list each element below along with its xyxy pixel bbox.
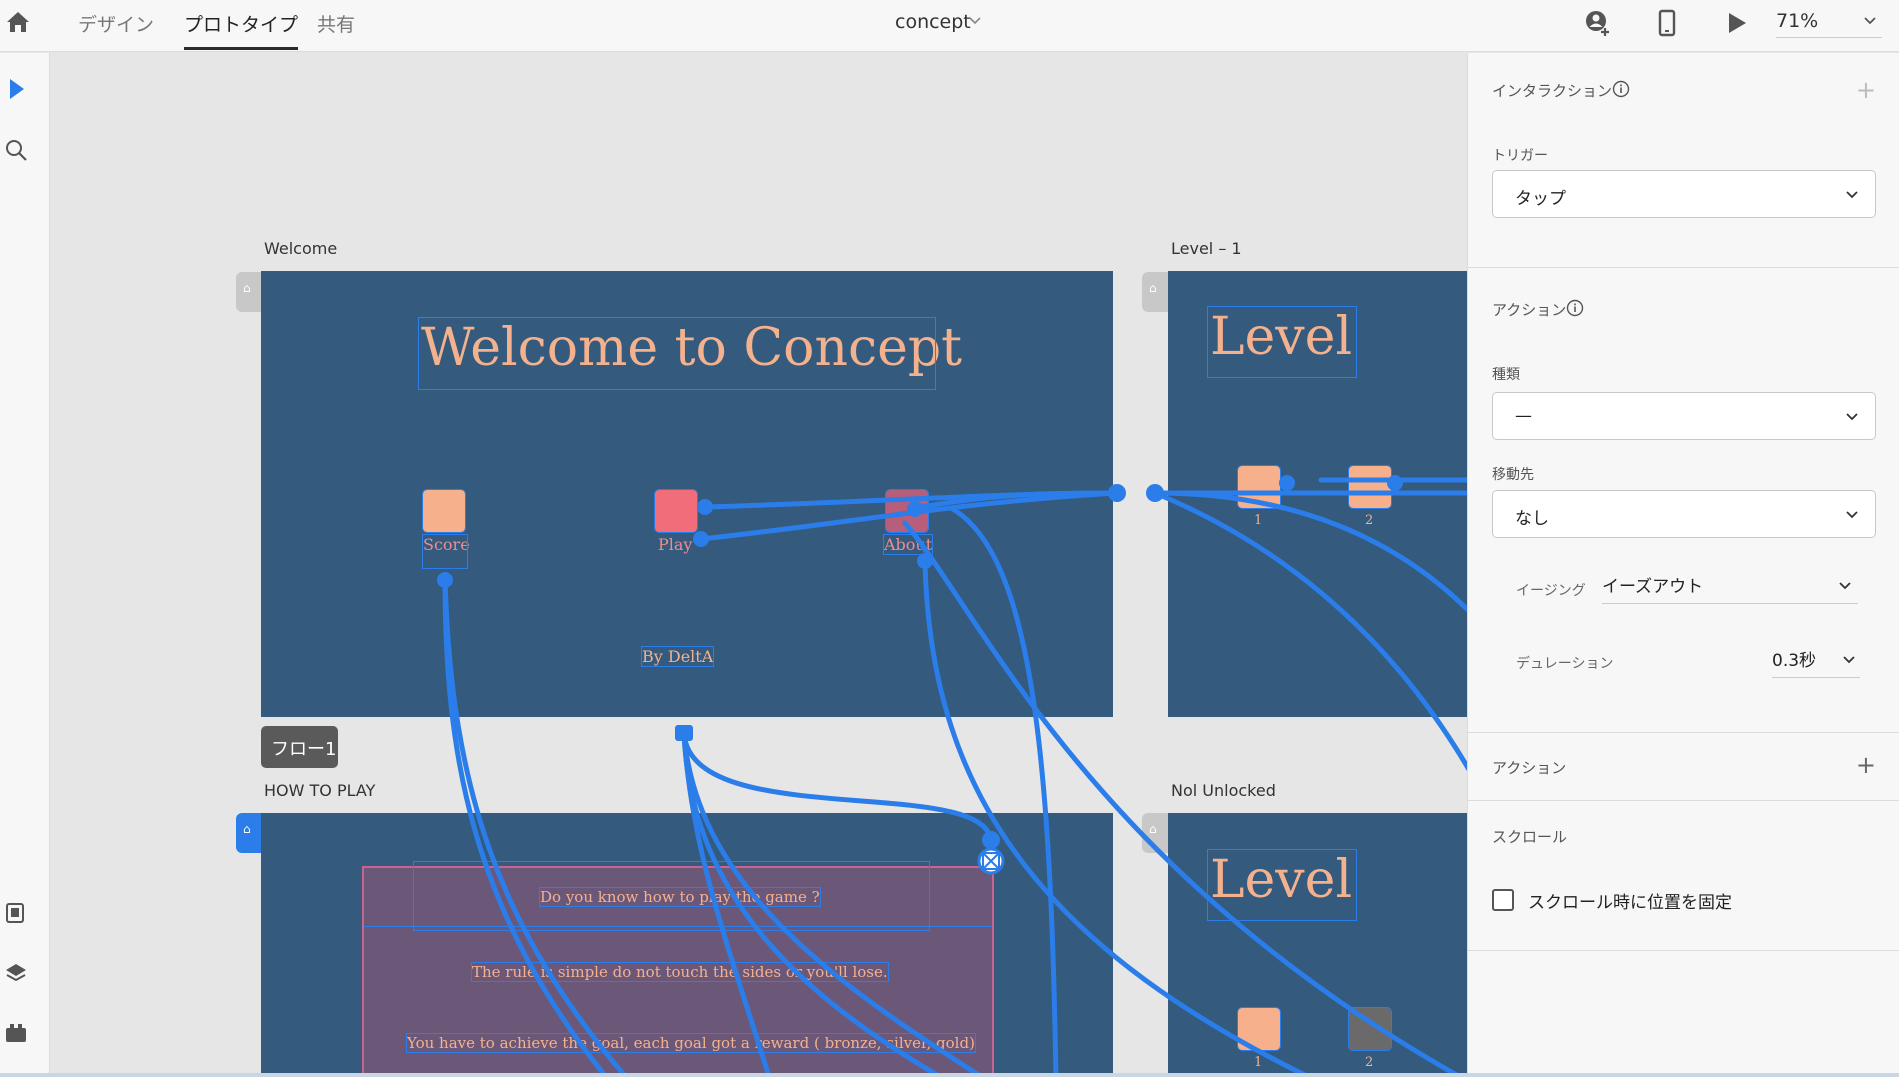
artboard-how-to-play[interactable]: Do you know how to play the game ? The r… — [261, 813, 1113, 1073]
chevron-down-icon — [1864, 17, 1876, 25]
flow-badge[interactable]: フロー1 — [261, 726, 338, 768]
easing-select[interactable]: イーズアウト — [1602, 572, 1858, 604]
device-preview-icon[interactable] — [1652, 8, 1682, 38]
zoom-value: 71% — [1776, 10, 1819, 32]
home-icon: ⌂ — [243, 281, 251, 295]
modal-divider — [364, 926, 992, 927]
design-canvas[interactable]: Welcome ⌂ Welcome to Concept Score Play … — [51, 53, 1467, 1073]
tab-prototype[interactable]: プロトタイプ — [184, 10, 299, 50]
zoom-search-icon[interactable] — [4, 138, 28, 162]
destination-select[interactable]: なし — [1492, 490, 1876, 538]
add-interaction-icon[interactable]: + — [1856, 78, 1876, 102]
duration-label: デュレーション — [1516, 656, 1614, 672]
artboard-not-unlocked[interactable]: Level 1 2 — [1168, 813, 1467, 1073]
easing-label: イージング — [1516, 583, 1586, 599]
chevron-down-icon — [1846, 413, 1858, 421]
level-button-2-locked[interactable] — [1348, 1007, 1392, 1051]
play-icon[interactable] — [1721, 8, 1751, 38]
trigger-value: タップ — [1515, 189, 1566, 209]
tab-design[interactable]: デザイン — [78, 10, 154, 50]
level-number-1: 1 — [1254, 513, 1263, 528]
artboard-label-not-unlocked[interactable]: Nol Unlocked — [1171, 781, 1276, 800]
action-section: アクション 種類 — 移動先 なし イージング イーズアウト デュレーション 0… — [1468, 268, 1899, 733]
artboard-label-level1[interactable]: Level – 1 — [1171, 239, 1242, 258]
select-arrow-icon[interactable] — [4, 77, 28, 101]
home-marker[interactable]: ⌂ — [1142, 813, 1168, 853]
home-icon: ⌂ — [243, 822, 251, 836]
plugins-icon[interactable] — [4, 1021, 28, 1045]
destination-value: なし — [1515, 509, 1549, 529]
play-label: Play — [658, 535, 693, 554]
chevron-down-icon — [1839, 582, 1851, 590]
share-user-icon[interactable] — [1583, 8, 1613, 38]
rules-line-3: You have to achieve the goal, each goal … — [406, 1033, 976, 1053]
action-type-select[interactable]: — — [1492, 392, 1876, 440]
chevron-down-icon — [1846, 191, 1858, 199]
trigger-select[interactable]: タップ — [1492, 170, 1876, 218]
duration-select[interactable]: 0.3秒 — [1772, 646, 1860, 678]
document-title[interactable]: concept — [895, 11, 971, 33]
zoom-select[interactable]: 71% — [1776, 6, 1882, 38]
scroll-section: スクロール — [1468, 801, 1899, 951]
fix-position-checkbox[interactable] — [1492, 889, 1514, 911]
easing-value: イーズアウト — [1602, 577, 1704, 597]
top-bar: デザイン プロトタイプ 共有 concept 71% — [0, 0, 1899, 52]
add-action-icon[interactable]: + — [1856, 753, 1876, 777]
rules-line-1: Do you know how to play the game ? — [539, 887, 821, 907]
scroll-heading: スクロール — [1492, 828, 1568, 846]
layers-icon[interactable] — [4, 961, 28, 985]
welcome-title[interactable]: Welcome to Concept — [418, 317, 962, 390]
destination-label: 移動先 — [1492, 467, 1534, 483]
wire-node — [1146, 484, 1164, 502]
credit-text: By DeltA — [640, 646, 715, 667]
home-marker-active[interactable]: ⌂ — [236, 813, 262, 853]
action-heading: アクション — [1492, 301, 1567, 319]
level-title[interactable]: Level — [1207, 306, 1357, 378]
level-number-2: 2 — [1365, 513, 1374, 528]
type-label: 種類 — [1492, 367, 1520, 383]
back-wire-handle — [675, 725, 693, 741]
trigger-label: トリガー — [1492, 148, 1548, 164]
chevron-down-icon — [1846, 511, 1858, 519]
artboard-label-welcome[interactable]: Welcome — [264, 239, 337, 258]
info-icon[interactable] — [1566, 299, 1584, 317]
about-button[interactable] — [885, 489, 929, 533]
home-icon[interactable] — [4, 8, 32, 36]
home-icon: ⌂ — [1149, 822, 1157, 836]
add-action-section: アクション + — [1468, 733, 1899, 801]
rules-modal[interactable]: Do you know how to play the game ? The r… — [362, 861, 994, 1073]
left-toolbar — [0, 53, 50, 1073]
artboard-welcome[interactable]: Welcome to Concept Score Play About By D… — [261, 271, 1113, 717]
level-title[interactable]: Level — [1207, 849, 1357, 921]
chevron-down-icon — [1843, 656, 1855, 664]
level-number-2: 2 — [1365, 1055, 1374, 1070]
home-marker[interactable]: ⌂ — [236, 272, 262, 312]
artboard-label-how-to-play[interactable]: HOW TO PLAY — [264, 781, 375, 800]
home-marker[interactable]: ⌂ — [1142, 272, 1168, 312]
interaction-heading: インタラクション — [1492, 82, 1613, 100]
artboard-level1[interactable]: Level 1 2 — [1168, 271, 1467, 717]
level-button-2[interactable] — [1348, 465, 1392, 509]
info-icon[interactable] — [1612, 80, 1630, 98]
properties-panel: インタラクション + トリガー タップ アクション 種類 — 移動先 なし イー… — [1467, 53, 1899, 1073]
action-type-value: — — [1515, 406, 1532, 426]
fix-position-label: スクロール時に位置を固定 — [1528, 893, 1732, 913]
level-button-1[interactable] — [1237, 465, 1281, 509]
chevron-down-icon[interactable] — [968, 13, 982, 27]
bottom-strip — [0, 1073, 1899, 1077]
rules-line-2: The rule is simple do not touch the side… — [471, 962, 889, 982]
level-number-1: 1 — [1254, 1055, 1263, 1070]
assets-icon[interactable] — [4, 901, 28, 925]
tab-share[interactable]: 共有 — [317, 10, 355, 50]
home-icon: ⌂ — [1149, 281, 1157, 295]
about-label: About — [882, 534, 934, 555]
score-button[interactable] — [422, 489, 466, 533]
level-button-1[interactable] — [1237, 1007, 1281, 1051]
duration-value: 0.3秒 — [1772, 651, 1817, 671]
play-button[interactable] — [654, 489, 698, 533]
score-label: Score — [422, 534, 470, 569]
interaction-section: インタラクション + トリガー タップ — [1468, 53, 1899, 268]
add-action-heading: アクション — [1492, 759, 1567, 777]
